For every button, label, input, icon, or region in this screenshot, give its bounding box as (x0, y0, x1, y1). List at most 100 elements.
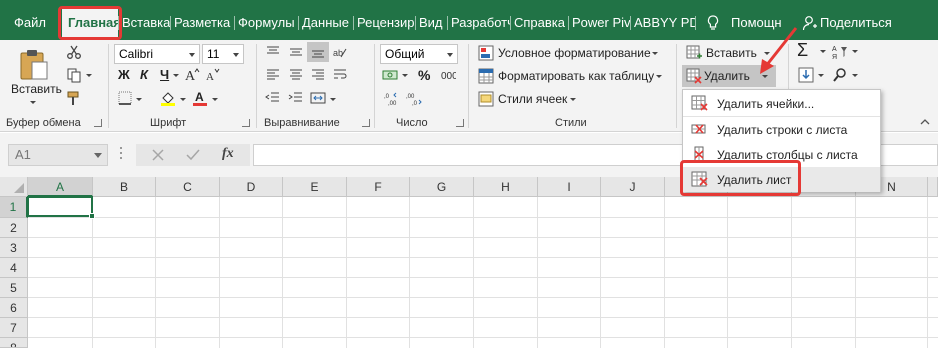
bold-button[interactable]: Ж (118, 67, 130, 82)
cut-icon[interactable] (66, 44, 82, 60)
column-header[interactable]: J (601, 177, 665, 197)
fill-dropdown-icon[interactable] (818, 74, 824, 77)
sort-filter-icon[interactable]: АЯ (832, 44, 848, 60)
tab-page-layout[interactable]: Разметка страницы (170, 10, 234, 36)
column-header[interactable]: I (538, 177, 601, 197)
column-header[interactable]: B (93, 177, 156, 197)
insert-function-button[interactable]: fx (222, 146, 234, 162)
svg-text:А: А (832, 46, 837, 53)
name-box[interactable]: A1 (8, 144, 108, 166)
underline-dropdown-icon[interactable] (173, 74, 179, 77)
increase-indent-icon[interactable] (288, 90, 304, 106)
comma-style-icon[interactable]: 000 (440, 67, 456, 83)
tab-insert[interactable]: Вставка (118, 10, 170, 36)
align-left-icon[interactable] (265, 67, 281, 83)
tab-review[interactable]: Рецензирование (353, 10, 415, 36)
underline-button[interactable]: Ч (160, 67, 169, 82)
column-header[interactable]: G (410, 177, 474, 197)
align-top-icon[interactable] (265, 44, 281, 60)
find-select-dropdown-icon[interactable] (852, 74, 858, 77)
borders-icon[interactable] (117, 90, 133, 106)
align-middle-icon[interactable] (288, 44, 304, 60)
clipboard-launcher-icon[interactable] (94, 119, 102, 127)
currency-icon[interactable] (382, 67, 398, 83)
font-size-combo[interactable]: 11 (202, 44, 244, 64)
orientation-icon[interactable]: ab (332, 44, 348, 60)
tab-view[interactable]: Вид (415, 10, 447, 36)
column-header[interactable]: E (283, 177, 347, 197)
format-painter-icon[interactable] (66, 90, 82, 106)
number-group-label: Число (396, 117, 428, 129)
font-color-icon[interactable]: A (192, 90, 208, 106)
increase-font-icon[interactable]: A (184, 66, 200, 82)
row-header[interactable]: 1 (0, 197, 28, 218)
merge-dropdown-icon[interactable] (330, 98, 336, 101)
active-cell-a1[interactable] (27, 196, 93, 217)
sort-filter-dropdown-icon[interactable] (852, 50, 858, 53)
decrease-font-icon[interactable]: A (204, 66, 220, 82)
italic-button[interactable]: К (140, 67, 148, 82)
tab-tell-me[interactable]: Помощн (695, 10, 791, 36)
tab-abbyy-pdf[interactable]: ABBYY PDF (630, 10, 695, 36)
number-launcher-icon[interactable] (456, 119, 464, 127)
tab-help[interactable]: Справка (510, 10, 568, 36)
insert-cells-button[interactable]: Вставить (684, 44, 772, 64)
row-header[interactable]: 8 (0, 338, 28, 348)
formula-bar-grip[interactable] (120, 147, 123, 163)
wrap-text-icon[interactable] (332, 67, 348, 83)
select-all-button[interactable] (0, 177, 28, 197)
cancel-icon[interactable] (152, 149, 164, 161)
conditional-formatting-button[interactable]: Условное форматирование (476, 44, 660, 64)
fill-handle[interactable] (89, 213, 95, 219)
align-right-icon[interactable] (310, 67, 326, 83)
collapse-ribbon-icon[interactable] (920, 118, 930, 126)
merge-center-icon[interactable] (310, 90, 326, 106)
find-select-icon[interactable] (832, 67, 848, 83)
column-header[interactable]: H (474, 177, 538, 197)
tab-developer[interactable]: Разработчик (447, 10, 510, 36)
tab-power-pivot[interactable]: Power Pivot (568, 10, 630, 36)
increase-decimal-icon[interactable]: ,0,00 (384, 90, 400, 106)
copy-icon[interactable] (66, 67, 82, 83)
row-header[interactable]: 5 (0, 278, 28, 298)
menu-item-delete-cells[interactable]: Удалить ячейки... (683, 91, 880, 116)
copy-dropdown-icon[interactable] (86, 74, 92, 77)
cell-styles-button[interactable]: Стили ячеек (476, 90, 580, 110)
tab-file[interactable]: Файл (0, 10, 58, 36)
align-center-icon[interactable] (288, 67, 304, 83)
font-color-dropdown-icon[interactable] (212, 98, 218, 101)
fill-color-dropdown-icon[interactable] (180, 98, 186, 101)
row-header[interactable]: 2 (0, 218, 28, 238)
paste-button[interactable]: Вставить (8, 46, 62, 108)
decrease-decimal-icon[interactable]: ,00,0 (406, 90, 422, 106)
fill-color-icon[interactable] (160, 90, 176, 106)
decrease-indent-icon[interactable] (265, 90, 281, 106)
percent-button[interactable]: % (418, 67, 430, 83)
row-header[interactable]: 3 (0, 238, 28, 258)
share-button[interactable]: Поделиться (800, 10, 920, 36)
delete-cells-button[interactable]: Удалить (682, 65, 776, 87)
menu-item-delete-rows[interactable]: Удалить строки с листа (683, 117, 880, 142)
svg-text:A: A (195, 90, 204, 104)
font-name-combo[interactable]: Calibri (114, 44, 200, 64)
enter-icon[interactable] (186, 149, 200, 161)
alignment-launcher-icon[interactable] (362, 119, 370, 127)
autosum-dropdown-icon[interactable] (820, 50, 826, 53)
row-header[interactable]: 7 (0, 318, 28, 338)
borders-dropdown-icon[interactable] (136, 98, 142, 101)
row-header[interactable]: 4 (0, 258, 28, 278)
font-launcher-icon[interactable] (242, 119, 250, 127)
number-format-combo[interactable]: Общий (380, 44, 458, 64)
autosum-button[interactable]: Σ (797, 40, 808, 61)
currency-dropdown-icon[interactable] (402, 74, 408, 77)
column-header[interactable]: F (347, 177, 410, 197)
row-header[interactable]: 6 (0, 298, 28, 318)
format-as-table-button[interactable]: Форматировать как таблицу (476, 67, 666, 87)
column-header[interactable] (928, 177, 938, 197)
fill-down-icon[interactable] (798, 67, 814, 83)
column-header[interactable]: D (220, 177, 283, 197)
tab-formulas[interactable]: Формулы (234, 10, 298, 36)
tab-data[interactable]: Данные (298, 10, 353, 36)
column-header[interactable]: C (156, 177, 220, 197)
column-header[interactable]: A (28, 177, 93, 197)
